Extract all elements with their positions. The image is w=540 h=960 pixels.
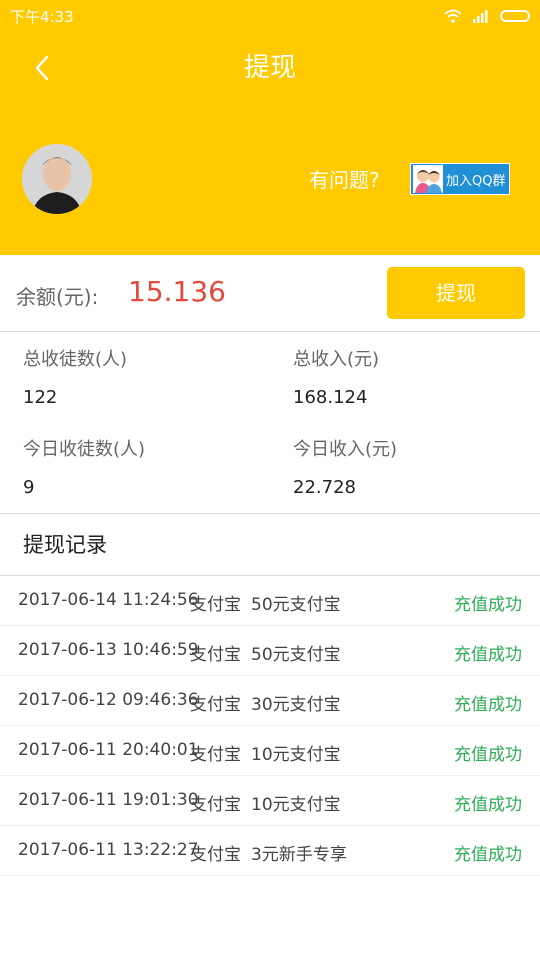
record-status: 充值成功 — [454, 845, 522, 865]
status-icons — [444, 7, 530, 25]
record-desc: 3元新手专享 — [251, 845, 347, 865]
record-method: 支付宝 — [190, 795, 241, 815]
stat-label: 今日收徒数(人) — [23, 439, 146, 460]
question-text: 有问题? — [309, 168, 380, 192]
chevron-left-icon — [35, 55, 49, 81]
balance-value: 15.136 — [128, 275, 226, 308]
record-desc: 30元支付宝 — [251, 695, 341, 715]
stat-value: 168.124 — [293, 387, 368, 408]
record-row[interactable]: 2017-06-12 09:46:36 支付宝 30元支付宝 充值成功 — [0, 676, 540, 726]
stat-label: 总收徒数(人) — [23, 349, 128, 370]
record-desc: 50元支付宝 — [251, 595, 341, 615]
stat-value: 9 — [23, 477, 35, 498]
stat-label: 今日收入(元) — [293, 439, 398, 460]
records-title: 提现记录 — [23, 533, 107, 557]
record-status: 充值成功 — [454, 695, 522, 715]
status-bar: 下午4:33 — [0, 0, 540, 32]
balance-row: 余额(元): 15.136 提现 — [0, 255, 540, 332]
qq-group-label: 加入QQ群 — [446, 173, 506, 189]
record-status: 充值成功 — [454, 745, 522, 765]
record-row[interactable]: 2017-06-11 19:01:30 支付宝 10元支付宝 充值成功 — [0, 776, 540, 826]
avatar-image — [22, 144, 92, 214]
record-time: 2017-06-12 09:46:36 — [18, 690, 199, 710]
record-row[interactable]: 2017-06-11 20:40:01 支付宝 10元支付宝 充值成功 — [0, 726, 540, 776]
stat-value: 122 — [23, 387, 58, 408]
stats-panel: 总收徒数(人) 122 总收入(元) 168.124 今日收徒数(人) 9 今日… — [0, 332, 540, 514]
wifi-icon — [444, 9, 462, 23]
record-method: 支付宝 — [190, 845, 241, 865]
record-desc: 10元支付宝 — [251, 795, 341, 815]
stat-total-income: 总收入(元) 168.124 — [293, 348, 533, 410]
record-time: 2017-06-11 20:40:01 — [18, 740, 199, 760]
record-row[interactable]: 2017-06-11 13:22:27 支付宝 3元新手专享 充值成功 — [0, 826, 540, 876]
stat-today-income: 今日收入(元) 22.728 — [293, 438, 533, 500]
balance-label: 余额(元): — [16, 285, 99, 309]
record-status: 充值成功 — [454, 595, 522, 615]
stat-total-apprentices: 总收徒数(人) 122 — [23, 348, 263, 410]
record-status: 充值成功 — [454, 795, 522, 815]
qq-group-icon — [413, 165, 443, 193]
record-method: 支付宝 — [190, 645, 241, 665]
back-button[interactable] — [22, 48, 62, 88]
record-desc: 10元支付宝 — [251, 745, 341, 765]
record-method: 支付宝 — [190, 695, 241, 715]
record-row[interactable]: 2017-06-13 10:46:59 支付宝 50元支付宝 充值成功 — [0, 626, 540, 676]
status-time: 下午4:33 — [10, 8, 74, 26]
withdraw-button[interactable]: 提现 — [387, 267, 525, 319]
record-time: 2017-06-14 11:24:56 — [18, 590, 199, 610]
record-method: 支付宝 — [190, 595, 241, 615]
header: 下午4:33 提现 有问题? 加入QQ群 — [0, 0, 540, 255]
signal-icon — [473, 10, 488, 23]
record-status: 充值成功 — [454, 645, 522, 665]
record-time: 2017-06-13 10:46:59 — [18, 640, 199, 660]
avatar[interactable] — [22, 144, 92, 214]
records-list: 2017-06-14 11:24:56 支付宝 50元支付宝 充值成功 2017… — [0, 575, 540, 876]
record-time: 2017-06-11 19:01:30 — [18, 790, 199, 810]
record-time: 2017-06-11 13:22:27 — [18, 840, 199, 860]
stat-label: 总收入(元) — [293, 349, 380, 370]
record-row[interactable]: 2017-06-14 11:24:56 支付宝 50元支付宝 充值成功 — [0, 576, 540, 626]
page-title: 提现 — [243, 53, 296, 83]
stat-today-apprentices: 今日收徒数(人) 9 — [23, 438, 263, 500]
record-method: 支付宝 — [190, 745, 241, 765]
battery-icon — [500, 10, 530, 22]
withdraw-screen: 下午4:33 提现 有问题? 加入QQ群 余额(元): 15.136 提现 总收… — [0, 0, 540, 960]
join-qq-group-button[interactable]: 加入QQ群 — [410, 163, 510, 195]
stat-value: 22.728 — [293, 477, 356, 498]
record-desc: 50元支付宝 — [251, 645, 341, 665]
